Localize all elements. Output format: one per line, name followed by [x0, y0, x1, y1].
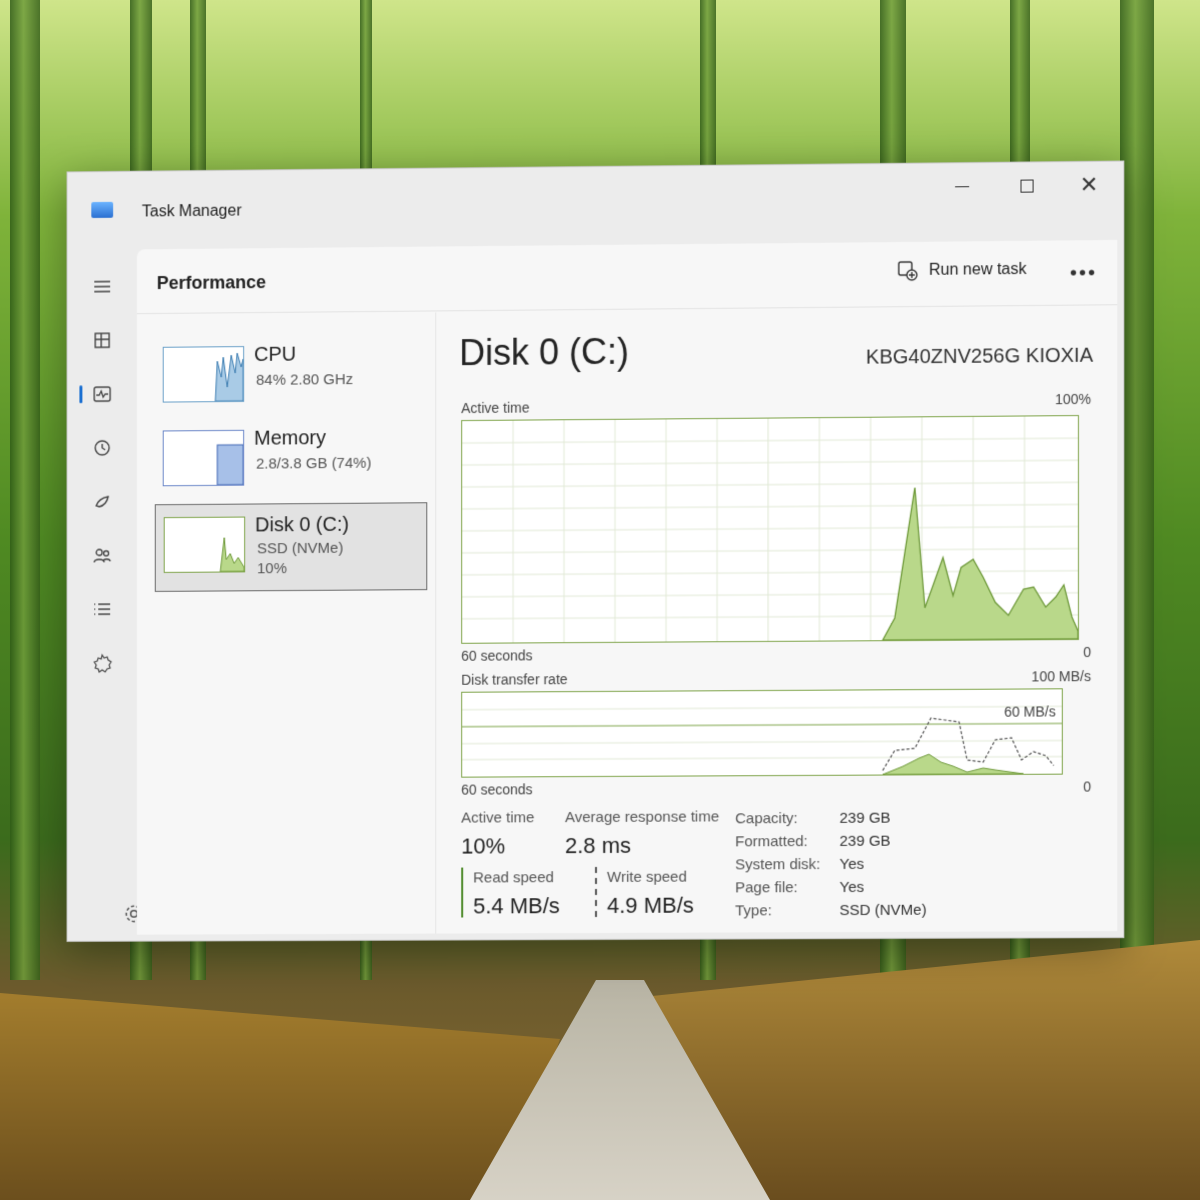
system-disk-value: Yes — [839, 855, 865, 873]
title-bar[interactable]: Task Manager ✕ — [68, 162, 1124, 245]
cpu-usage: 84% 2.80 GHz — [256, 371, 354, 389]
cpu-card[interactable]: CPU 84% 2.80 GHz — [155, 332, 426, 420]
page-file-value: Yes — [839, 878, 865, 897]
task-manager-icon — [91, 201, 114, 218]
write-speed-marker — [594, 866, 597, 917]
transfer-rate-zero: 0 — [1083, 778, 1092, 795]
active-time-graph-label: Active time — [461, 399, 530, 417]
startup-apps-icon[interactable] — [87, 487, 117, 517]
read-speed-marker — [461, 867, 464, 918]
active-time-stat-label: Active time — [461, 809, 535, 827]
capacity-label: Capacity: — [735, 810, 798, 828]
grass-left — [0, 993, 560, 1200]
transfer-rate-graph: 60 MB/s — [461, 688, 1063, 778]
transfer-rate-label: Disk transfer rate — [461, 671, 568, 688]
app-history-icon[interactable] — [87, 433, 117, 463]
page-header: Performance Run new task ••• — [136, 239, 1118, 315]
avg-response-value: 2.8 ms — [565, 832, 632, 859]
disk-title: Disk 0 (C:) — [459, 330, 630, 374]
type-value: SSD (NVMe) — [839, 901, 927, 920]
content-pane: Performance Run new task ••• CPU 84% 2.8… — [136, 239, 1118, 935]
performance-icon[interactable] — [87, 379, 117, 409]
page-file-label: Page file: — [735, 879, 798, 897]
disk-label: Disk 0 (C:) — [255, 513, 350, 537]
disk-usage: 10% — [257, 560, 287, 578]
window-title: Task Manager — [141, 202, 242, 221]
cpu-mini-graph — [162, 346, 244, 403]
processes-icon[interactable] — [87, 325, 117, 355]
disk-card[interactable]: Disk 0 (C:) SSD (NVMe) 10% — [154, 502, 428, 592]
disk-detail-panel: Disk 0 (C:) KBG40ZNV256G KIOXIA Active t… — [455, 306, 1097, 933]
memory-mini-graph — [162, 429, 244, 486]
active-time-seconds: 60 seconds — [461, 647, 533, 664]
details-list-icon[interactable] — [87, 594, 117, 624]
formatted-value: 239 GB — [839, 832, 891, 850]
active-time-stat-value: 10% — [461, 833, 506, 859]
resource-list: CPU 84% 2.80 GHz Memory 2.8/3.8 GB (74%)… — [136, 312, 437, 935]
write-speed-label: Write speed — [606, 868, 687, 886]
users-icon[interactable] — [87, 540, 117, 570]
close-button[interactable]: ✕ — [1069, 170, 1109, 201]
read-speed-label: Read speed — [473, 869, 554, 887]
formatted-label: Formatted: — [735, 833, 808, 851]
services-icon[interactable] — [87, 648, 117, 678]
read-speed-value: 5.4 MB/s — [473, 893, 560, 919]
page-title: Performance — [156, 272, 267, 294]
memory-label: Memory — [254, 427, 326, 450]
hamburger-menu-icon[interactable] — [87, 272, 117, 302]
nav-rail — [68, 243, 135, 940]
active-time-max: 100% — [1054, 390, 1092, 408]
active-time-graph — [461, 415, 1079, 644]
type-label: Type: — [735, 902, 772, 920]
disk-type: SSD (NVMe) — [257, 539, 344, 558]
run-task-icon — [897, 260, 919, 282]
avg-response-label: Average response time — [565, 808, 720, 827]
run-task-label: Run new task — [928, 260, 1027, 279]
more-options-button[interactable]: ••• — [1070, 262, 1097, 285]
write-speed-value: 4.9 MB/s — [606, 892, 694, 918]
cpu-label: CPU — [254, 343, 297, 366]
active-time-zero: 0 — [1083, 643, 1092, 661]
transfer-rate-mid: 60 MB/s — [1004, 703, 1056, 720]
capacity-value: 239 GB — [839, 809, 891, 827]
run-new-task-button[interactable]: Run new task — [897, 259, 1027, 282]
transfer-rate-max: 100 MB/s — [1031, 668, 1092, 685]
transfer-rate-seconds: 60 seconds — [461, 781, 533, 798]
bamboo-stalk — [1120, 0, 1154, 980]
maximize-button[interactable] — [1006, 170, 1046, 201]
memory-card[interactable]: Memory 2.8/3.8 GB (74%) — [155, 416, 426, 504]
bamboo-stalk — [10, 0, 40, 980]
memory-usage: 2.8/3.8 GB (74%) — [256, 454, 372, 473]
minimize-button[interactable] — [942, 171, 982, 202]
task-manager-window: Task Manager ✕ Performance Run new task … — [66, 160, 1125, 942]
disk-model: KBG40ZNV256G KIOXIA — [865, 344, 1094, 369]
system-disk-label: System disk: — [735, 856, 821, 874]
disk-mini-graph — [163, 516, 245, 573]
